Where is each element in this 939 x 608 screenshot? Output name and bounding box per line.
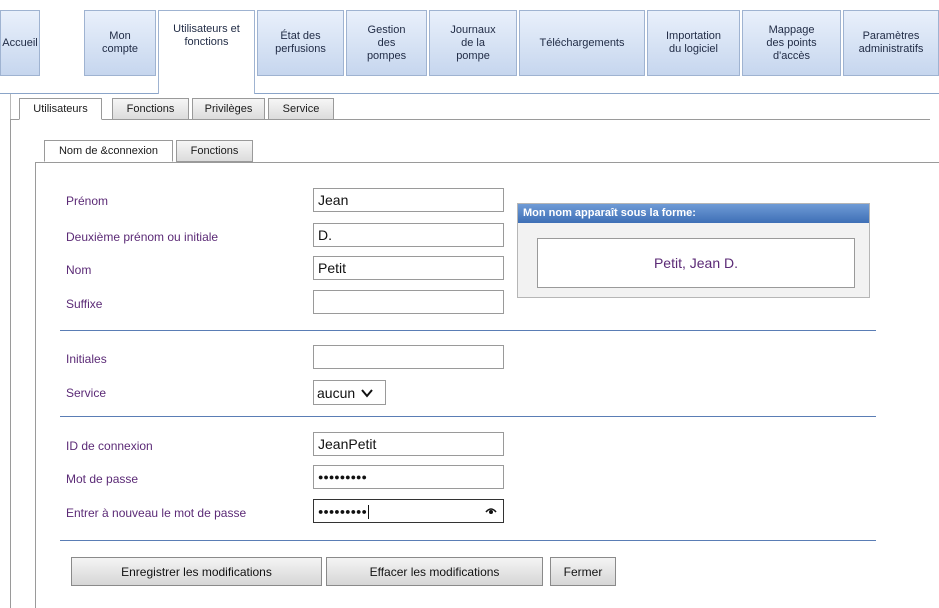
- nav-tab-home[interactable]: Accueil: [0, 10, 40, 76]
- nav-tab-label: Mon compte: [101, 30, 139, 55]
- subtab-label: Privilèges: [204, 103, 253, 115]
- service-label: Service: [66, 386, 107, 400]
- section-divider: [60, 540, 876, 541]
- display-name-value: Petit, Jean D.: [537, 238, 855, 288]
- first-name-label: Prénom: [66, 194, 109, 208]
- initials-label: Initiales: [66, 352, 107, 366]
- section-divider: [60, 416, 876, 417]
- password-label: Mot de passe: [66, 472, 139, 486]
- nav-tab-label: Paramètres administratifs: [858, 30, 924, 55]
- subtab-users[interactable]: Utilisateurs: [19, 98, 102, 120]
- close-button[interactable]: Fermer: [550, 557, 616, 586]
- service-select[interactable]: aucun: [313, 380, 386, 405]
- service-select-value: aucun: [317, 384, 356, 401]
- innertab-label: Nom de &connexion: [58, 145, 159, 157]
- middle-name-input[interactable]: [313, 223, 504, 247]
- nav-tab-label: Téléchargements: [539, 36, 625, 49]
- password-confirm-label: Entrer à nouveau le mot de passe: [66, 506, 247, 520]
- login-id-label: ID de connexion: [66, 439, 153, 453]
- subtab-roles[interactable]: Fonctions: [112, 98, 189, 120]
- display-name-box: Mon nom apparaît sous la forme: Petit, J…: [517, 203, 870, 298]
- button-label: Enregistrer les modifications: [121, 564, 272, 579]
- nav-tab-pump-management[interactable]: Gestion des pompes: [346, 10, 427, 76]
- subtab-label: Service: [282, 103, 320, 115]
- nav-tab-label: Mappage des points d'accès: [766, 23, 817, 62]
- last-name-label: Nom: [66, 263, 92, 277]
- password-mask: ●●●●●●●●●: [318, 472, 367, 482]
- innertab-name-login[interactable]: Nom de &connexion: [44, 140, 173, 162]
- nav-tab-software-import[interactable]: Importation du logiciel: [647, 10, 740, 76]
- button-label: Fermer: [563, 564, 603, 579]
- nav-tab-access-point-mapping[interactable]: Mappage des points d'accès: [742, 10, 841, 76]
- last-name-input[interactable]: [313, 256, 504, 280]
- display-name-header: Mon nom apparaît sous la forme:: [518, 204, 869, 223]
- nav-tab-label: Gestion des pompes: [366, 23, 407, 62]
- nav-tab-label: État des perfusions: [275, 30, 326, 55]
- section-divider: [60, 330, 876, 331]
- nav-tab-label: Accueil: [2, 36, 38, 49]
- suffix-label: Suffixe: [66, 297, 103, 311]
- button-label: Effacer les modifications: [369, 564, 500, 579]
- nav-tab-my-account[interactable]: Mon compte: [84, 10, 156, 76]
- password-confirm-mask: ●●●●●●●●●: [318, 506, 367, 517]
- innertab-roles[interactable]: Fonctions: [176, 140, 253, 162]
- subtab-label: Utilisateurs: [33, 103, 88, 115]
- initials-input[interactable]: [313, 345, 504, 369]
- password-input[interactable]: ●●●●●●●●●: [313, 465, 504, 489]
- save-changes-button[interactable]: Enregistrer les modifications: [71, 557, 322, 586]
- nav-tab-infusion-status[interactable]: État des perfusions: [257, 10, 344, 76]
- nav-tab-users-roles[interactable]: Utilisateurs et fonctions: [158, 10, 255, 94]
- eye-icon[interactable]: [485, 505, 497, 517]
- nav-tab-label: Importation du logiciel: [665, 30, 722, 55]
- text-cursor: [367, 505, 369, 519]
- nav-tab-label: Utilisateurs et fonctions: [173, 23, 240, 48]
- login-id-input[interactable]: [313, 432, 504, 456]
- suffix-input[interactable]: [313, 290, 504, 314]
- chevron-down-icon: [361, 388, 373, 398]
- innertab-label: Fonctions: [190, 145, 239, 157]
- first-name-input[interactable]: [313, 188, 504, 212]
- nav-tab-label: Journaux de la pompe: [450, 23, 496, 62]
- nav-tab-admin-settings[interactable]: Paramètres administratifs: [843, 10, 939, 76]
- top-navigation: Accueil Mon compte Utilisateurs et fonct…: [0, 0, 939, 94]
- subtab-service[interactable]: Service: [268, 98, 334, 120]
- subtab-label: Fonctions: [126, 103, 175, 115]
- nav-tab-pump-logs[interactable]: Journaux de la pompe: [429, 10, 517, 76]
- nav-tab-downloads[interactable]: Téléchargements: [519, 10, 645, 76]
- password-confirm-input[interactable]: ●●●●●●●●●: [313, 499, 504, 523]
- middle-name-label: Deuxième prénom ou initiale: [66, 230, 219, 244]
- subtab-privileges[interactable]: Privilèges: [192, 98, 265, 120]
- clear-changes-button[interactable]: Effacer les modifications: [326, 557, 543, 586]
